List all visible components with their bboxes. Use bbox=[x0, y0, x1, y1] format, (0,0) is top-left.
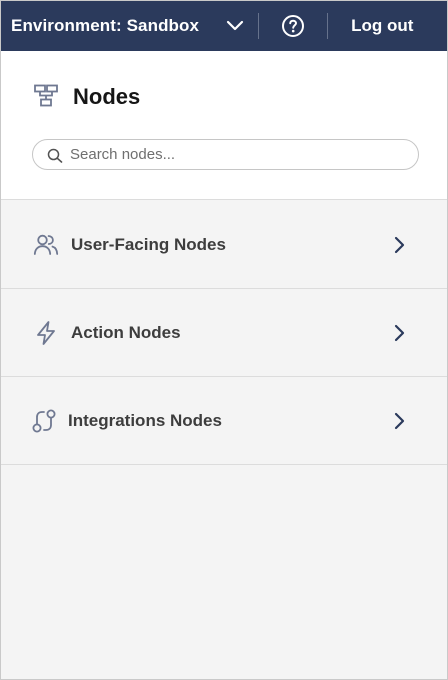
logout-button[interactable]: Log out bbox=[328, 1, 413, 51]
category-label: User-Facing Nodes bbox=[71, 234, 226, 254]
lightning-icon bbox=[37, 320, 55, 345]
search-box[interactable] bbox=[32, 139, 419, 170]
environment-selector[interactable]: Environment: Sandbox bbox=[1, 1, 244, 51]
category-item-user-facing[interactable]: User-Facing Nodes bbox=[1, 201, 447, 289]
category-label: Integrations Nodes bbox=[68, 410, 222, 430]
environment-label: Environment: Sandbox bbox=[11, 16, 200, 35]
chevron-right-icon bbox=[394, 236, 405, 254]
help-circle-icon bbox=[282, 15, 305, 37]
title-row: Nodes bbox=[33, 84, 140, 110]
search-icon bbox=[47, 148, 63, 163]
category-list: User-Facing Nodes Action Nodes Integrati… bbox=[1, 201, 447, 465]
users-icon bbox=[33, 234, 59, 255]
search-input[interactable] bbox=[70, 146, 390, 163]
top-bar: Environment: Sandbox Log out bbox=[1, 1, 447, 51]
chevron-right-icon bbox=[394, 324, 405, 342]
hierarchy-icon bbox=[34, 84, 58, 107]
chevron-down-icon bbox=[226, 20, 244, 31]
integration-icon bbox=[32, 409, 56, 432]
page-title: Nodes bbox=[73, 84, 141, 109]
help-button[interactable] bbox=[259, 1, 327, 51]
app-frame: Environment: Sandbox Log out Nodes Searc… bbox=[0, 0, 448, 680]
chevron-right-icon bbox=[394, 412, 405, 430]
category-item-integrations[interactable]: Integrations Nodes bbox=[1, 377, 447, 465]
category-label: Action Nodes bbox=[71, 322, 181, 342]
category-item-action[interactable]: Action Nodes bbox=[1, 289, 447, 377]
panel-header: Nodes bbox=[1, 51, 447, 200]
